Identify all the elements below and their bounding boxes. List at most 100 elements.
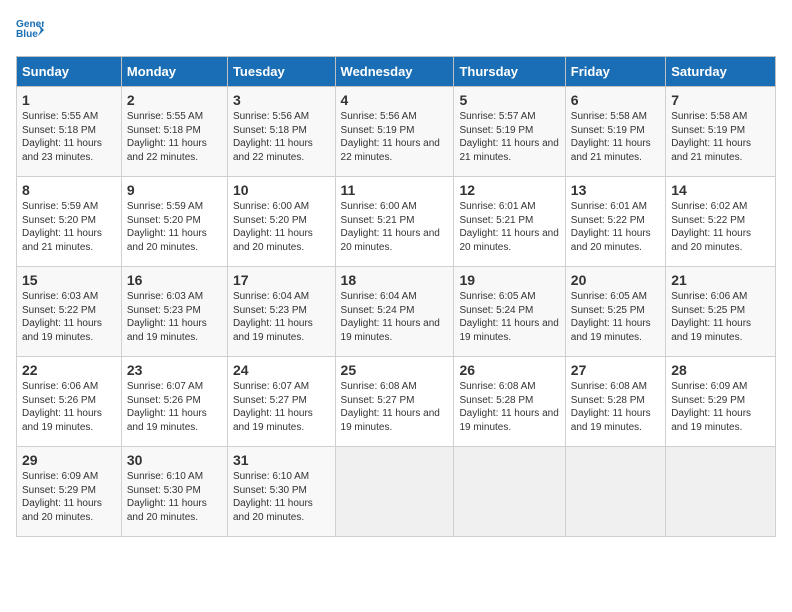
calendar-cell: [335, 447, 454, 537]
weekday-header-row: SundayMondayTuesdayWednesdayThursdayFrid…: [17, 57, 776, 87]
calendar-cell: 11 Sunrise: 6:00 AMSunset: 5:21 PMDaylig…: [335, 177, 454, 267]
calendar-week-row: 8 Sunrise: 5:59 AMSunset: 5:20 PMDayligh…: [17, 177, 776, 267]
calendar-cell: [565, 447, 665, 537]
calendar-cell: 22 Sunrise: 6:06 AMSunset: 5:26 PMDaylig…: [17, 357, 122, 447]
day-number: 22: [22, 362, 116, 378]
day-info: Sunrise: 6:06 AMSunset: 5:25 PMDaylight:…: [671, 291, 751, 343]
day-number: 31: [233, 452, 330, 468]
page-header: General Blue: [16, 16, 776, 44]
day-number: 23: [127, 362, 222, 378]
logo-icon: General Blue: [16, 16, 44, 44]
day-number: 5: [459, 92, 559, 108]
day-number: 29: [22, 452, 116, 468]
calendar-cell: 27 Sunrise: 6:08 AMSunset: 5:28 PMDaylig…: [565, 357, 665, 447]
calendar-week-row: 1 Sunrise: 5:55 AMSunset: 5:18 PMDayligh…: [17, 87, 776, 177]
day-info: Sunrise: 6:07 AMSunset: 5:26 PMDaylight:…: [127, 381, 207, 433]
calendar-cell: 28 Sunrise: 6:09 AMSunset: 5:29 PMDaylig…: [666, 357, 776, 447]
day-number: 25: [341, 362, 449, 378]
day-info: Sunrise: 5:55 AMSunset: 5:18 PMDaylight:…: [22, 111, 102, 163]
day-info: Sunrise: 6:05 AMSunset: 5:25 PMDaylight:…: [571, 291, 651, 343]
calendar-cell: 30 Sunrise: 6:10 AMSunset: 5:30 PMDaylig…: [121, 447, 227, 537]
calendar-cell: 4 Sunrise: 5:56 AMSunset: 5:19 PMDayligh…: [335, 87, 454, 177]
calendar-cell: 25 Sunrise: 6:08 AMSunset: 5:27 PMDaylig…: [335, 357, 454, 447]
calendar-cell: 14 Sunrise: 6:02 AMSunset: 5:22 PMDaylig…: [666, 177, 776, 267]
day-number: 10: [233, 182, 330, 198]
calendar-cell: [454, 447, 565, 537]
day-info: Sunrise: 6:08 AMSunset: 5:28 PMDaylight:…: [459, 381, 558, 433]
day-number: 19: [459, 272, 559, 288]
day-info: Sunrise: 6:01 AMSunset: 5:22 PMDaylight:…: [571, 201, 651, 253]
calendar-cell: 24 Sunrise: 6:07 AMSunset: 5:27 PMDaylig…: [227, 357, 335, 447]
calendar-cell: [666, 447, 776, 537]
calendar-cell: 8 Sunrise: 5:59 AMSunset: 5:20 PMDayligh…: [17, 177, 122, 267]
day-info: Sunrise: 5:55 AMSunset: 5:18 PMDaylight:…: [127, 111, 207, 163]
day-info: Sunrise: 6:00 AMSunset: 5:21 PMDaylight:…: [341, 201, 440, 253]
day-info: Sunrise: 6:03 AMSunset: 5:22 PMDaylight:…: [22, 291, 102, 343]
svg-text:Blue: Blue: [16, 29, 38, 40]
calendar-cell: 18 Sunrise: 6:04 AMSunset: 5:24 PMDaylig…: [335, 267, 454, 357]
day-number: 7: [671, 92, 770, 108]
day-number: 30: [127, 452, 222, 468]
logo: General Blue: [16, 16, 44, 44]
day-info: Sunrise: 6:04 AMSunset: 5:24 PMDaylight:…: [341, 291, 440, 343]
day-number: 3: [233, 92, 330, 108]
calendar-cell: 29 Sunrise: 6:09 AMSunset: 5:29 PMDaylig…: [17, 447, 122, 537]
calendar-cell: 10 Sunrise: 6:00 AMSunset: 5:20 PMDaylig…: [227, 177, 335, 267]
day-number: 15: [22, 272, 116, 288]
calendar-cell: 26 Sunrise: 6:08 AMSunset: 5:28 PMDaylig…: [454, 357, 565, 447]
day-number: 27: [571, 362, 660, 378]
calendar-cell: 15 Sunrise: 6:03 AMSunset: 5:22 PMDaylig…: [17, 267, 122, 357]
day-info: Sunrise: 6:01 AMSunset: 5:21 PMDaylight:…: [459, 201, 558, 253]
day-number: 18: [341, 272, 449, 288]
day-info: Sunrise: 6:00 AMSunset: 5:20 PMDaylight:…: [233, 201, 313, 253]
day-number: 26: [459, 362, 559, 378]
day-info: Sunrise: 6:07 AMSunset: 5:27 PMDaylight:…: [233, 381, 313, 433]
day-info: Sunrise: 6:08 AMSunset: 5:28 PMDaylight:…: [571, 381, 651, 433]
weekday-header: Wednesday: [335, 57, 454, 87]
day-number: 20: [571, 272, 660, 288]
day-number: 21: [671, 272, 770, 288]
day-number: 12: [459, 182, 559, 198]
day-info: Sunrise: 6:10 AMSunset: 5:30 PMDaylight:…: [127, 471, 207, 523]
weekday-header: Saturday: [666, 57, 776, 87]
calendar-cell: 19 Sunrise: 6:05 AMSunset: 5:24 PMDaylig…: [454, 267, 565, 357]
calendar-cell: 5 Sunrise: 5:57 AMSunset: 5:19 PMDayligh…: [454, 87, 565, 177]
day-info: Sunrise: 5:59 AMSunset: 5:20 PMDaylight:…: [22, 201, 102, 253]
day-info: Sunrise: 6:09 AMSunset: 5:29 PMDaylight:…: [671, 381, 751, 433]
weekday-header: Friday: [565, 57, 665, 87]
day-info: Sunrise: 5:56 AMSunset: 5:19 PMDaylight:…: [341, 111, 440, 163]
day-number: 14: [671, 182, 770, 198]
day-info: Sunrise: 5:59 AMSunset: 5:20 PMDaylight:…: [127, 201, 207, 253]
calendar-cell: 16 Sunrise: 6:03 AMSunset: 5:23 PMDaylig…: [121, 267, 227, 357]
day-info: Sunrise: 6:02 AMSunset: 5:22 PMDaylight:…: [671, 201, 751, 253]
day-info: Sunrise: 6:03 AMSunset: 5:23 PMDaylight:…: [127, 291, 207, 343]
day-number: 24: [233, 362, 330, 378]
calendar-table: SundayMondayTuesdayWednesdayThursdayFrid…: [16, 56, 776, 537]
calendar-cell: 17 Sunrise: 6:04 AMSunset: 5:23 PMDaylig…: [227, 267, 335, 357]
calendar-cell: 23 Sunrise: 6:07 AMSunset: 5:26 PMDaylig…: [121, 357, 227, 447]
calendar-cell: 13 Sunrise: 6:01 AMSunset: 5:22 PMDaylig…: [565, 177, 665, 267]
day-number: 1: [22, 92, 116, 108]
day-info: Sunrise: 5:56 AMSunset: 5:18 PMDaylight:…: [233, 111, 313, 163]
calendar-week-row: 29 Sunrise: 6:09 AMSunset: 5:29 PMDaylig…: [17, 447, 776, 537]
weekday-header: Thursday: [454, 57, 565, 87]
calendar-cell: 21 Sunrise: 6:06 AMSunset: 5:25 PMDaylig…: [666, 267, 776, 357]
calendar-week-row: 15 Sunrise: 6:03 AMSunset: 5:22 PMDaylig…: [17, 267, 776, 357]
day-number: 16: [127, 272, 222, 288]
day-info: Sunrise: 6:08 AMSunset: 5:27 PMDaylight:…: [341, 381, 440, 433]
calendar-cell: 2 Sunrise: 5:55 AMSunset: 5:18 PMDayligh…: [121, 87, 227, 177]
day-info: Sunrise: 6:06 AMSunset: 5:26 PMDaylight:…: [22, 381, 102, 433]
weekday-header: Monday: [121, 57, 227, 87]
day-number: 8: [22, 182, 116, 198]
day-number: 17: [233, 272, 330, 288]
day-info: Sunrise: 6:04 AMSunset: 5:23 PMDaylight:…: [233, 291, 313, 343]
calendar-cell: 7 Sunrise: 5:58 AMSunset: 5:19 PMDayligh…: [666, 87, 776, 177]
day-info: Sunrise: 5:58 AMSunset: 5:19 PMDaylight:…: [671, 111, 751, 163]
day-number: 9: [127, 182, 222, 198]
calendar-cell: 9 Sunrise: 5:59 AMSunset: 5:20 PMDayligh…: [121, 177, 227, 267]
calendar-cell: 31 Sunrise: 6:10 AMSunset: 5:30 PMDaylig…: [227, 447, 335, 537]
day-number: 28: [671, 362, 770, 378]
calendar-cell: 1 Sunrise: 5:55 AMSunset: 5:18 PMDayligh…: [17, 87, 122, 177]
weekday-header: Tuesday: [227, 57, 335, 87]
day-number: 11: [341, 182, 449, 198]
